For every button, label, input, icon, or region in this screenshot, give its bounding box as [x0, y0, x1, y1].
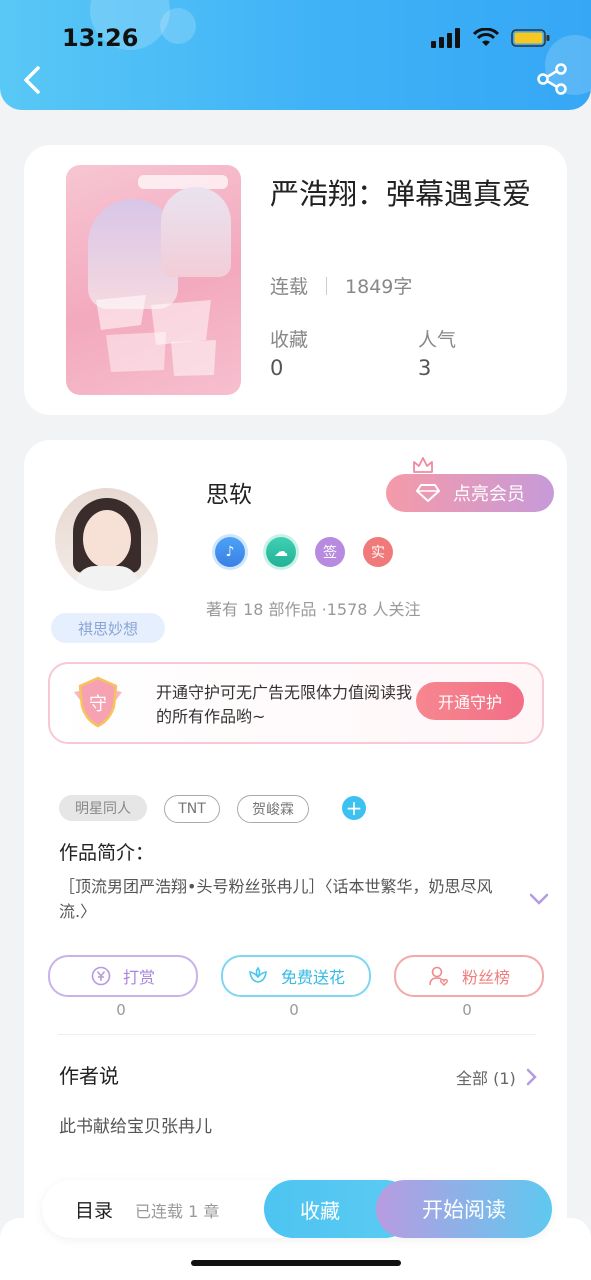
- cloud-badge-icon[interactable]: ☁: [266, 537, 296, 567]
- signed-badge[interactable]: 签: [315, 537, 345, 567]
- reward-label: 打赏: [122, 968, 155, 987]
- bottom-action-bar: 目录 已连载 1 章 收藏 开始阅读: [42, 1180, 552, 1238]
- home-indicator: [191, 1260, 401, 1266]
- start-reading-button[interactable]: 开始阅读: [376, 1180, 552, 1238]
- author-stats: 著有 18 部作品 ·1578 人关注: [206, 600, 421, 619]
- status-icons: [431, 28, 551, 48]
- chapter-count: 已连载 1 章: [135, 1202, 220, 1221]
- avatar-body: [75, 566, 139, 591]
- section-divider: [58, 1034, 536, 1035]
- popularity-label: 人气: [418, 329, 457, 351]
- view-all-author-notes-link[interactable]: 全部 (1): [456, 1065, 538, 1089]
- back-button[interactable]: [18, 62, 50, 98]
- flower-icon: [249, 966, 267, 983]
- send-flower-button[interactable]: 免费送花: [221, 955, 371, 997]
- author-note-text: 此书献给宝贝张冉儿: [59, 1117, 212, 1137]
- favorites-label: 收藏: [270, 329, 309, 351]
- reward-button[interactable]: 打赏: [48, 955, 198, 997]
- reward-count: 0: [116, 1001, 126, 1019]
- author-pennant: 祺思妙想: [51, 613, 165, 643]
- book-meta: 连载 1849字: [270, 272, 412, 299]
- music-badge-icon[interactable]: ♪: [215, 537, 245, 567]
- tag-tnt[interactable]: TNT: [164, 795, 220, 823]
- author-avatar[interactable]: [55, 488, 158, 591]
- cover-title-art: [96, 295, 216, 376]
- fan-count: 0: [462, 1001, 472, 1019]
- wifi-icon: [473, 28, 499, 46]
- add-tag-button[interactable]: +: [342, 796, 366, 820]
- tag-he-junlin[interactable]: 贺峻霖: [237, 795, 309, 823]
- top-header: 13:26: [0, 0, 591, 110]
- favorites-count: 0: [270, 356, 284, 380]
- guard-shield-char: 守: [89, 694, 107, 715]
- fan-ranking-button[interactable]: 粉丝榜: [394, 955, 544, 997]
- serial-status: 连载: [270, 276, 309, 298]
- book-title: 严浩翔：弹幕遇真爱: [270, 177, 532, 211]
- tag-celebrity-fanfic[interactable]: 明星同人: [59, 795, 147, 821]
- verified-badge[interactable]: 实: [363, 537, 393, 567]
- diamond-icon: [416, 484, 440, 502]
- guard-promo-banner: 守 开通守护可无广告无限体力值阅读我的所有作品哟~ 开通守护: [48, 662, 544, 744]
- view-all-label: 全部 (1): [456, 1069, 516, 1088]
- open-guard-button[interactable]: 开通守护: [416, 682, 524, 720]
- vip-membership-button[interactable]: 点亮会员: [386, 474, 554, 512]
- table-of-contents-button[interactable]: 目录: [75, 1196, 113, 1223]
- crown-icon: [413, 457, 433, 473]
- author-name[interactable]: 思软: [206, 475, 252, 509]
- decor-bubble: [160, 8, 196, 44]
- flower-count: 0: [289, 1001, 299, 1019]
- status-time: 13:26: [62, 24, 139, 52]
- guard-shield-icon: 守: [74, 676, 122, 728]
- book-info-card: 严浩翔：弹幕遇真爱 连载 1849字 收藏 0 人气 3: [24, 145, 567, 415]
- share-button[interactable]: [535, 62, 569, 96]
- popularity-count: 3: [418, 356, 432, 380]
- avatar-face: [83, 510, 131, 568]
- book-cover[interactable]: [66, 165, 241, 395]
- fan-user-icon: [429, 966, 449, 986]
- fan-ranking-label: 粉丝榜: [461, 968, 510, 987]
- send-flower-label: 免费送花: [280, 968, 345, 987]
- chevron-right-icon: [526, 1068, 537, 1086]
- battery-icon: [511, 29, 550, 47]
- meta-divider: [326, 276, 328, 295]
- guard-promo-text: 开通守护可无广告无限体力值阅读我的所有作品哟~: [156, 683, 413, 726]
- yen-coin-icon: [91, 966, 111, 986]
- author-says-title: 作者说: [59, 1064, 119, 1088]
- expand-chevron-icon[interactable]: [528, 892, 550, 906]
- cover-banner: [138, 175, 228, 189]
- signal-icon: [431, 28, 460, 48]
- intro-label: 作品简介：: [59, 842, 155, 864]
- word-count: 1849字: [345, 276, 413, 298]
- favorite-button-label: 收藏: [300, 1198, 340, 1223]
- cover-figure: [161, 187, 231, 277]
- author-details-card: 祺思妙想 思软 点亮会员 ♪ ☁ 签 实 著有 18 部作品 ·1578 人关注…: [24, 440, 567, 1240]
- vip-button-label: 点亮会员: [453, 484, 525, 505]
- intro-text: ［顶流男团严浩翔•头号粉丝张冉儿］〈话本世繁华，奶思尽风流.〉: [59, 877, 493, 921]
